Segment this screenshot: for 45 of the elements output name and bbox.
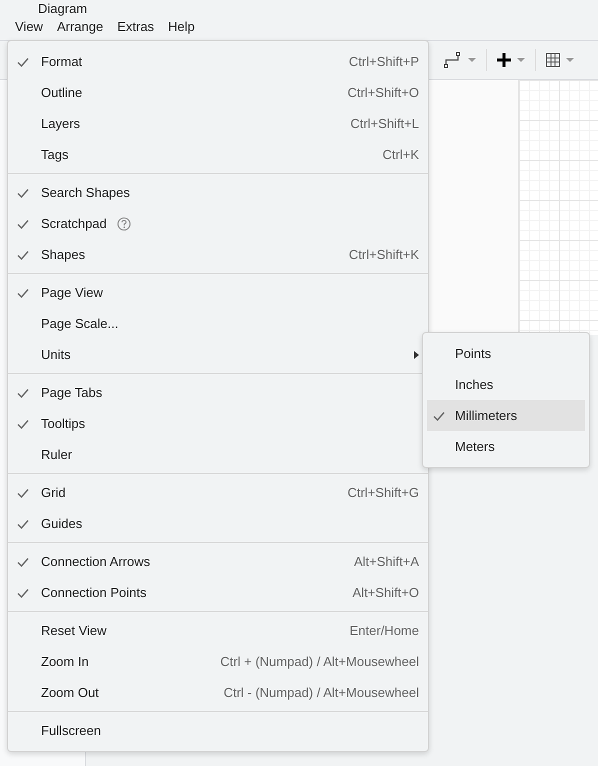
window-title: Diagram	[38, 3, 88, 15]
menu-item[interactable]: Grid Ctrl+Shift+G	[8, 477, 428, 508]
shortcut-text: Alt+Shift+A	[354, 554, 419, 569]
menu-item[interactable]: Zoom In Ctrl + (Numpad) / Alt+Mousewheel	[8, 646, 428, 677]
table-icon	[546, 53, 560, 67]
shortcut-text: Ctrl+Shift+P	[348, 54, 419, 69]
submenu-arrow-icon	[414, 350, 419, 358]
connector-icon	[444, 52, 462, 68]
help-icon	[116, 216, 131, 230]
shortcut-text: Ctrl+Shift+K	[348, 247, 419, 262]
menu-item[interactable]: Extras	[110, 16, 162, 36]
shortcut-text: Alt+Shift+O	[352, 585, 419, 600]
shortcut-text: Enter/Home	[350, 623, 419, 638]
menu-item[interactable]: Layers Ctrl+Shift+L	[8, 108, 428, 139]
caret-icon	[468, 58, 476, 62]
menu-item[interactable]: Fullscreen	[8, 715, 428, 746]
shortcut-text: Ctrl+K	[382, 147, 419, 162]
menu-item[interactable]: Format Ctrl+Shift+P	[8, 46, 428, 77]
menu-item[interactable]: Reset View Enter/Home	[8, 615, 428, 646]
menu-item[interactable]: Page Scale...	[8, 308, 428, 339]
menu-item[interactable]: Points	[427, 338, 585, 369]
menu-item[interactable]: Meters	[427, 431, 585, 462]
menu-item[interactable]: Page View	[8, 277, 428, 308]
menu-item[interactable]: Outline Ctrl+Shift+O	[8, 77, 428, 108]
menu-item[interactable]: Scratchpad	[8, 208, 428, 239]
menu-item[interactable]: Zoom Out Ctrl - (Numpad) / Alt+Mousewheel	[8, 677, 428, 708]
shortcut-text: Ctrl+Shift+L	[350, 116, 419, 131]
menu-item[interactable]: Arrange	[50, 16, 110, 36]
menu-item[interactable]: Connection Arrows Alt+Shift+A	[8, 546, 428, 577]
menu-item[interactable]: View	[8, 16, 50, 36]
menu-item[interactable]: Millimeters	[427, 400, 585, 431]
menu-item[interactable]: Connection Points Alt+Shift+O	[8, 577, 428, 608]
shortcut-text: Ctrl - (Numpad) / Alt+Mousewheel	[224, 685, 419, 700]
menu-item[interactable]: Help	[161, 16, 202, 36]
menu-item[interactable]: Guides	[8, 508, 428, 539]
menu-item[interactable]: Shapes Ctrl+Shift+K	[8, 239, 428, 270]
menu-item[interactable]: Tags Ctrl+K	[8, 139, 428, 170]
shortcut-text: Ctrl+Shift+O	[347, 85, 419, 100]
menu-item[interactable]: Inches	[427, 369, 585, 400]
shortcut-text: Ctrl+Shift+G	[347, 485, 419, 500]
shortcut-text: Ctrl + (Numpad) / Alt+Mousewheel	[220, 654, 419, 669]
caret-icon	[517, 58, 525, 62]
menu-item[interactable]: Search Shapes	[8, 177, 428, 208]
caret-icon	[566, 58, 574, 62]
plus-icon	[497, 53, 511, 67]
